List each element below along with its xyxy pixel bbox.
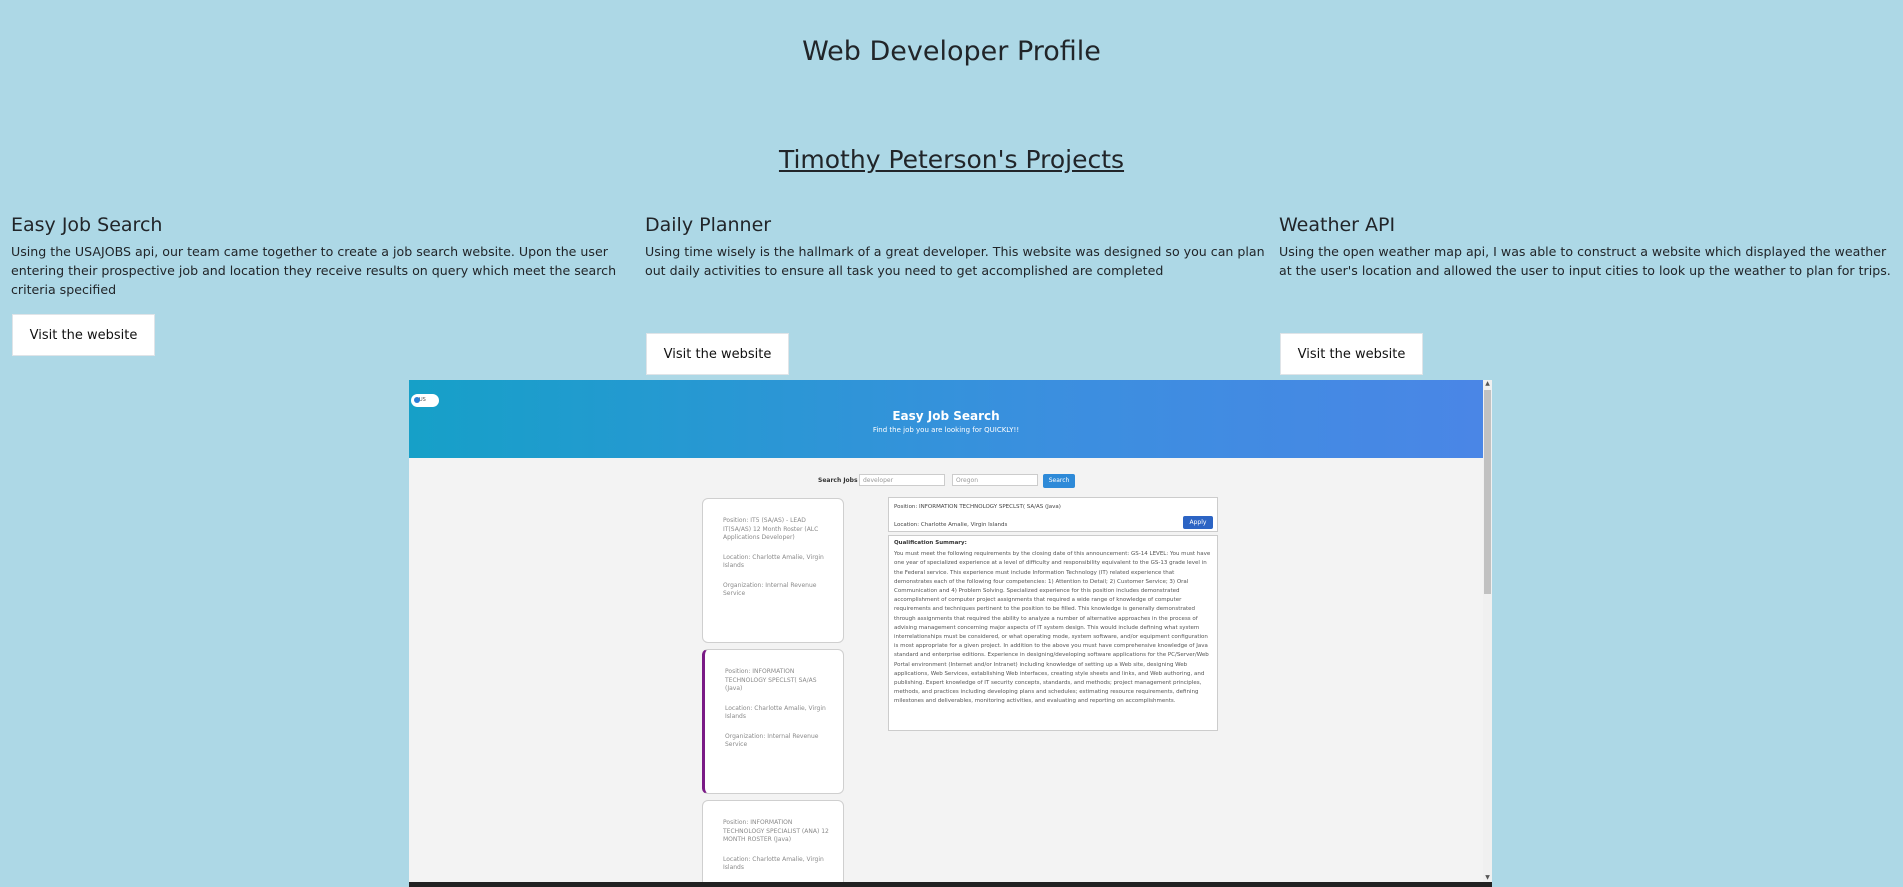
scroll-down-icon: ▼ <box>1485 874 1490 881</box>
qualification-title: Qualification Summary: <box>894 540 967 546</box>
project-easy-job-search: Easy Job Search Using the USAJOBS api, o… <box>11 214 641 299</box>
job-card-organization: Organization: Internal Revenue Service <box>723 581 817 598</box>
screenshot-scrollbar: ▲ ▼ <box>1483 380 1492 887</box>
visit-website-button-easy-job-search[interactable]: Visit the website <box>12 314 155 356</box>
job-card-position: Position: INFORMATION TECHNOLOGY SPECLST… <box>725 668 817 692</box>
job-card-organization: Organization: Internal Revenue Service <box>725 732 819 749</box>
job-card-selected: Position: INFORMATION TECHNOLOGY SPECLST… <box>702 649 844 794</box>
job-detail-position: Position: INFORMATION TECHNOLOGY SPECLST… <box>894 504 1061 510</box>
job-card-location: Location: Charlotte Amalie, Virgin Islan… <box>723 553 824 570</box>
project-weather-api: Weather API Using the open weather map a… <box>1279 214 1899 280</box>
project-description: Using time wisely is the hallmark of a g… <box>645 244 1265 278</box>
screenshot-hero: US Easy Job Search Find the job you are … <box>409 380 1483 458</box>
apply-button: Apply <box>1183 516 1213 529</box>
qualification-summary: Qualification Summary: You must meet the… <box>888 535 1218 731</box>
project-daily-planner: Daily Planner Using time wisely is the h… <box>645 214 1275 280</box>
language-toggle: US <box>411 394 439 407</box>
page-title: Web Developer Profile <box>802 36 1101 67</box>
project-title: Easy Job Search <box>11 214 163 236</box>
job-card-location: Location: Charlotte Amalie, Virgin Islan… <box>725 704 826 721</box>
scroll-up-icon: ▲ <box>1485 380 1490 387</box>
qualification-text: You must meet the following requirements… <box>894 551 1211 705</box>
scroll-thumb <box>1484 390 1491 594</box>
location-search-input: Oregon <box>952 474 1038 486</box>
job-search-input: developer <box>859 474 945 486</box>
screenshot-hero-title: Easy Job Search <box>892 409 1000 423</box>
search-jobs-label: Search Jobs <box>818 477 858 484</box>
project-screenshot: US Easy Job Search Find the job you are … <box>409 380 1492 887</box>
job-detail-location: Location: Charlotte Amalie, Virgin Islan… <box>894 522 1008 528</box>
search-button: Search <box>1043 474 1075 488</box>
screenshot-hero-subtitle: Find the job you are looking for QUICKLY… <box>872 426 1020 434</box>
job-detail-header: Position: INFORMATION TECHNOLOGY SPECLST… <box>888 497 1218 532</box>
visit-website-button-weather-api[interactable]: Visit the website <box>1280 333 1423 375</box>
project-description: Using the open weather map api, I was ab… <box>1279 244 1891 278</box>
job-card-location: Location: Charlotte Amalie, Virgin Islan… <box>723 855 824 872</box>
screenshot-taskbar <box>409 882 1492 887</box>
project-title: Weather API <box>1279 214 1396 236</box>
job-card-position: Position: INFORMATION TECHNOLOGY SPECIAL… <box>723 819 829 843</box>
job-card-position: Position: IT5 (SA/AS) - LEAD IT(SA/AS) 1… <box>723 517 819 541</box>
projects-heading: Timothy Peterson's Projects <box>778 145 1125 174</box>
project-title: Daily Planner <box>645 214 772 236</box>
job-card: Position: INFORMATION TECHNOLOGY SPECIAL… <box>702 800 844 887</box>
project-description: Using the USAJOBS api, our team came tog… <box>11 244 617 297</box>
visit-website-button-daily-planner[interactable]: Visit the website <box>646 333 789 375</box>
job-card: Position: IT5 (SA/AS) - LEAD IT(SA/AS) 1… <box>702 498 844 643</box>
